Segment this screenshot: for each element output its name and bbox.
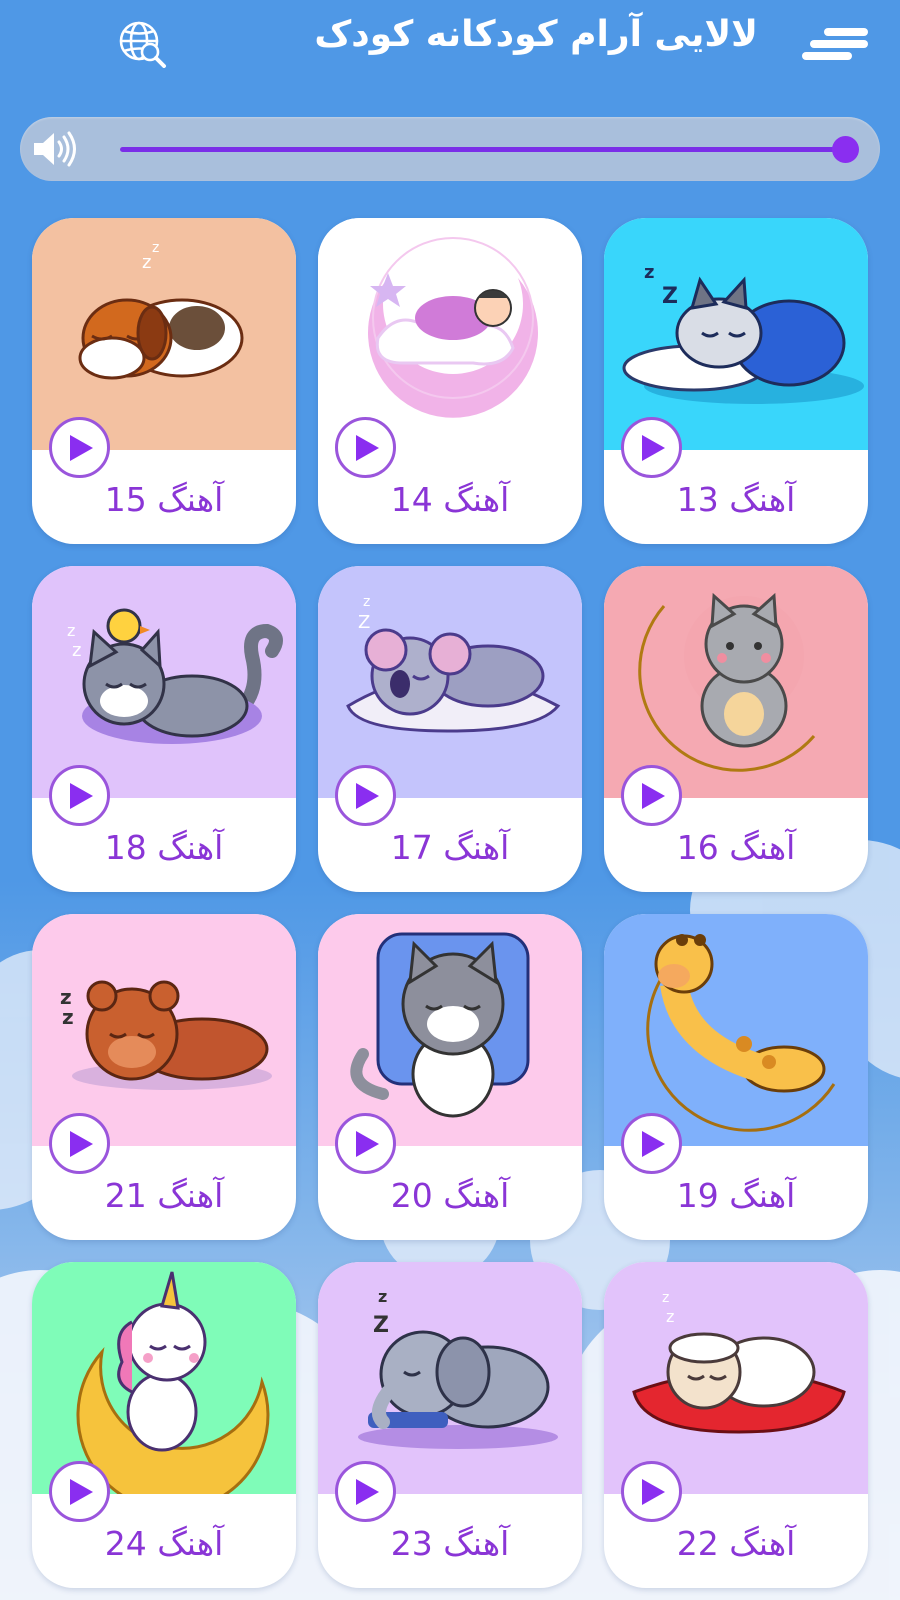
svg-text:z: z — [644, 262, 654, 283]
play-icon[interactable] — [621, 765, 682, 826]
play-icon[interactable] — [621, 417, 682, 478]
svg-text:z: z — [67, 621, 75, 640]
svg-text:z: z — [152, 240, 159, 256]
song-card-sleeping-elephant[interactable]: z Z آهنگ 23 — [318, 1262, 582, 1588]
song-label: آهنگ 17 — [390, 828, 510, 867]
svg-text:Z: Z — [358, 612, 370, 633]
song-label: آهنگ 24 — [104, 1524, 224, 1563]
cat-on-pillow-illustration — [318, 914, 582, 1146]
sleeping-elephant-illustration: z Z — [318, 1262, 582, 1494]
svg-text:Z: Z — [662, 284, 678, 309]
song-card-unicorn-on-moon[interactable]: آهنگ 24 — [32, 1262, 296, 1588]
play-icon[interactable] — [621, 1461, 682, 1522]
play-icon[interactable] — [49, 1113, 110, 1174]
song-card-giraffe-on-moon[interactable]: آهنگ 19 — [604, 914, 868, 1240]
song-label: آهنگ 18 — [104, 828, 224, 867]
song-label: آهنگ 23 — [390, 1524, 510, 1563]
svg-text:z: z — [662, 1290, 669, 1306]
play-icon[interactable] — [335, 1461, 396, 1522]
baby-on-moon-illustration — [318, 218, 582, 450]
svg-text:Z: Z — [373, 1313, 389, 1338]
song-label: آهنگ 20 — [390, 1176, 510, 1215]
play-icon[interactable] — [621, 1113, 682, 1174]
sleeping-raccoon-cat-illustration: z Z — [604, 218, 868, 450]
cat-with-chick-illustration: z z — [32, 566, 296, 798]
svg-text:z: z — [666, 1307, 674, 1326]
cat-on-moon-illustration — [604, 566, 868, 798]
song-card-sleeping-raccoon-cat[interactable]: z Z آهنگ 13 — [604, 218, 868, 544]
giraffe-on-moon-illustration — [604, 914, 868, 1146]
sleeping-sheep-illustration: z z — [604, 1262, 868, 1494]
song-label: آهنگ 22 — [676, 1524, 796, 1563]
svg-text:z: z — [72, 640, 81, 661]
song-card-cat-with-chick[interactable]: z z آهنگ 18 — [32, 566, 296, 892]
svg-text:z: z — [378, 1287, 387, 1306]
song-card-cat-on-pillow[interactable]: آهنگ 20 — [318, 914, 582, 1240]
song-label: آهنگ 14 — [390, 480, 510, 519]
song-label: آهنگ 21 — [104, 1176, 224, 1215]
song-label: آهنگ 16 — [676, 828, 796, 867]
song-label: آهنگ 19 — [676, 1176, 796, 1215]
song-card-sleeping-koala[interactable]: z Z آهنگ 17 — [318, 566, 582, 892]
svg-text:z: z — [363, 594, 370, 610]
play-icon[interactable] — [49, 1461, 110, 1522]
play-icon[interactable] — [335, 765, 396, 826]
svg-text:z: z — [62, 1005, 74, 1029]
sleeping-koala-illustration: z Z — [318, 566, 582, 798]
sleeping-bear-illustration: z z — [32, 914, 296, 1146]
song-grid: z z آهنگ 15 آهنگ 14 z Z آهنگ 13 z z آهنگ… — [0, 0, 900, 1600]
song-card-baby-on-moon[interactable]: آهنگ 14 — [318, 218, 582, 544]
play-icon[interactable] — [49, 417, 110, 478]
svg-text:z: z — [142, 252, 151, 273]
song-label: آهنگ 15 — [104, 480, 224, 519]
song-card-cat-on-moon[interactable]: آهنگ 16 — [604, 566, 868, 892]
play-icon[interactable] — [49, 765, 110, 826]
sleeping-puppy-illustration: z z — [32, 218, 296, 450]
play-icon[interactable] — [335, 417, 396, 478]
unicorn-on-moon-illustration — [32, 1262, 296, 1494]
song-card-sleeping-sheep[interactable]: z z آهنگ 22 — [604, 1262, 868, 1588]
song-label: آهنگ 13 — [676, 480, 796, 519]
play-icon[interactable] — [335, 1113, 396, 1174]
song-card-sleeping-puppy[interactable]: z z آهنگ 15 — [32, 218, 296, 544]
song-card-sleeping-bear[interactable]: z z آهنگ 21 — [32, 914, 296, 1240]
